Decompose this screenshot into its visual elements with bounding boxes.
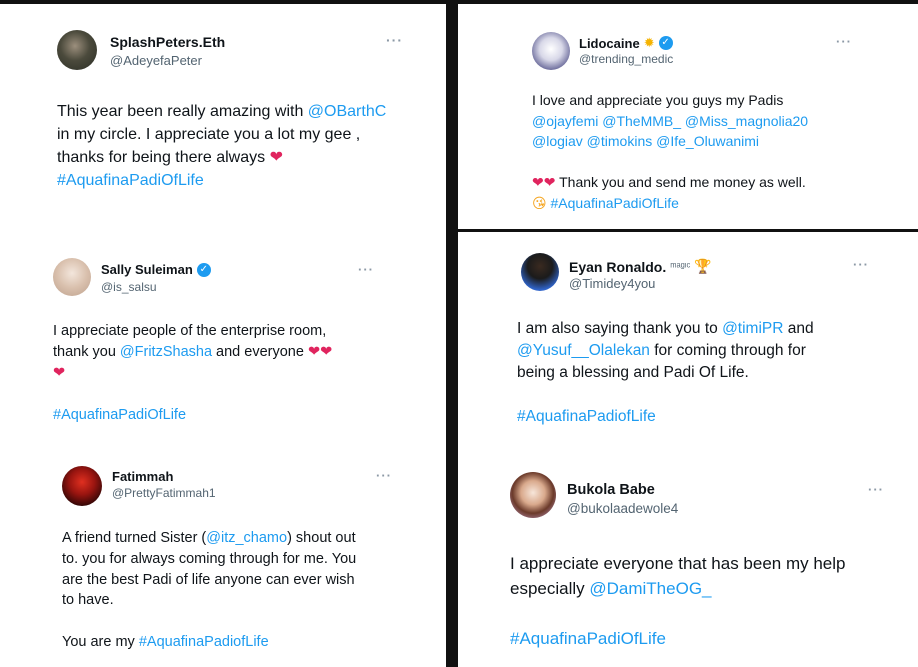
username[interactable]: @AdeyefaPeter [110, 53, 202, 68]
avatar[interactable] [521, 253, 559, 291]
more-options-icon[interactable]: ··· [376, 468, 392, 483]
text-line: to have. [62, 592, 114, 609]
text-segment: You are my [62, 633, 139, 650]
more-options-icon[interactable]: ··· [386, 32, 403, 48]
winking-kiss-emoji-icon: 😘 [532, 194, 547, 211]
tweet-card-bukola[interactable]: Bukola Babe @bukolaadewole4 ··· I apprec… [458, 450, 918, 667]
hashtag-link[interactable]: #AquafinaPadiOfLife [53, 405, 433, 426]
hashtag-link[interactable]: #AquafinaPadiofLife [139, 634, 269, 650]
text-segment: This year been really amazing with [57, 103, 308, 120]
text-segment: and [783, 320, 814, 337]
heart-emoji-icon: ❤ [269, 149, 283, 166]
mention-link[interactable]: @Yusuf__Olalekan [517, 342, 650, 359]
trophy-emoji-icon: 🏆 [694, 258, 712, 274]
hashtag-link[interactable]: #AquafinaPadiofLife [517, 406, 907, 428]
tweet-card-splashpeters[interactable]: SplashPeters.Eth @AdeyefaPeter ··· This … [0, 4, 446, 230]
text-segment: I am also saying thank you to [517, 320, 723, 337]
username[interactable]: @Timidey4you [569, 276, 655, 291]
hashtag-link[interactable]: #AquafinaPadiOfLife [510, 626, 910, 651]
text-line: being a blessing and Padi Of Life. [517, 364, 749, 381]
display-name[interactable]: Eyan Ronaldo. [569, 259, 666, 275]
more-options-icon[interactable]: ··· [836, 34, 852, 49]
hashtag-link[interactable]: #AquafinaPadiOfLife [57, 169, 437, 192]
avatar[interactable] [62, 466, 102, 506]
more-options-icon[interactable]: ··· [868, 482, 884, 497]
username[interactable]: @PrettyFatimmah1 [112, 486, 216, 500]
avatar[interactable] [510, 472, 556, 518]
text-segment: thanks for being there always [57, 149, 270, 166]
display-name[interactable]: SplashPeters.Eth [110, 34, 225, 50]
display-name-row: Eyan Ronaldo. ᵐᵃᵍᶦᶜ 🏆 [569, 258, 712, 275]
text-segment: especially [510, 579, 590, 598]
tweet-text: This year been really amazing with @OBar… [57, 100, 437, 192]
text-line: I appreciate people of the enterprise ro… [53, 323, 327, 339]
text-segment: thank you [53, 344, 120, 360]
mentions-link[interactable]: @ojayfemi @TheMMB_ @Miss_magnolia20 [532, 111, 912, 132]
sparkle-emoji-icon: ✹ [643, 35, 655, 50]
tweet-card-fatimmah[interactable]: Fatimmah @PrettyFatimmah1 ··· A friend t… [0, 452, 446, 667]
name-decoration: ᵐᵃᵍᶦᶜ [670, 260, 691, 273]
avatar[interactable] [532, 32, 570, 70]
tweet-card-lidocaine[interactable]: Lidocaine ✹ ✓ @trending_medic ··· I love… [458, 4, 918, 229]
username[interactable]: @is_salsu [101, 280, 157, 294]
tweet-text: A friend turned Sister (@itz_chamo) shou… [62, 528, 442, 653]
text-line: I appreciate everyone that has been my h… [510, 554, 846, 573]
text-segment: Thank you and send me money as well. [555, 174, 806, 190]
mention-link[interactable]: @DamiTheOG_ [589, 579, 711, 598]
verified-badge-icon: ✓ [196, 262, 211, 277]
tweet-text: I appreciate people of the enterprise ro… [53, 321, 433, 426]
mention-link[interactable]: @itz_chamo [206, 530, 287, 546]
verified-badge-icon: ✓ [658, 36, 673, 50]
tweet-text: I am also saying thank you to @timiPR an… [517, 318, 907, 428]
mention-link[interactable]: @FritzShasha [120, 344, 212, 360]
tweet-text: I love and appreciate you guys my Padis … [532, 90, 912, 213]
text-segment: A friend turned Sister ( [62, 530, 207, 546]
username[interactable]: @trending_medic [579, 52, 673, 66]
text-segment: and everyone [212, 344, 308, 360]
display-name-row: Sally Suleiman ✓ [101, 262, 211, 277]
display-name[interactable]: Bukola Babe [567, 482, 655, 498]
tweet-card-sally[interactable]: Sally Suleiman ✓ @is_salsu ··· I appreci… [0, 240, 446, 450]
vertical-divider [446, 0, 458, 667]
text-segment: ) shout out [287, 530, 356, 546]
avatar[interactable] [57, 30, 97, 70]
avatar[interactable] [53, 258, 91, 296]
more-options-icon[interactable]: ··· [358, 262, 374, 277]
tweet-card-eyan[interactable]: Eyan Ronaldo. ᵐᵃᵍᶦᶜ 🏆 @Timidey4you ··· I… [458, 232, 918, 447]
text-line: to. you for always coming through for me… [62, 550, 357, 567]
display-name[interactable]: Sally Suleiman [101, 262, 193, 277]
username[interactable]: @bukolaadewole4 [567, 501, 678, 516]
text-line: are the best Padi of life anyone can eve… [62, 571, 355, 588]
mentions-link[interactable]: @logiav @timokins @Ife_Oluwanimi [532, 131, 912, 152]
text-segment: for coming through for [649, 342, 806, 359]
hashtag-link[interactable]: #AquafinaPadiOfLife [551, 195, 679, 211]
display-name[interactable]: Fatimmah [112, 469, 173, 484]
mention-link[interactable]: @OBarthC [308, 103, 386, 120]
heart-emoji-icon: ❤ [53, 365, 66, 381]
text-line: I love and appreciate you guys my Padis [532, 92, 784, 108]
tweet-text: I appreciate everyone that has been my h… [510, 551, 910, 651]
mention-link[interactable]: @timiPR [722, 320, 783, 337]
more-options-icon[interactable]: ··· [853, 257, 869, 272]
heart-emoji-icon: ❤❤ [307, 344, 333, 360]
display-name[interactable]: Lidocaine [579, 36, 640, 51]
heart-emoji-icon: ❤❤ [532, 174, 556, 190]
text-line: in my circle. I appreciate you a lot my … [57, 126, 361, 143]
display-name-row: Lidocaine ✹ ✓ [579, 35, 673, 51]
